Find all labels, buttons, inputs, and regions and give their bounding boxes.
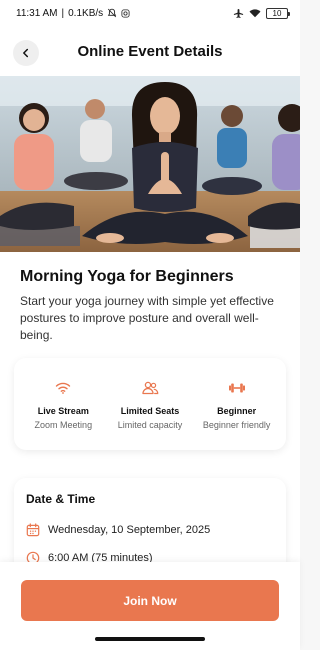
event-title: Morning Yoga for Beginners xyxy=(20,268,234,285)
wifi-status-icon xyxy=(249,8,261,18)
back-button[interactable] xyxy=(13,40,39,66)
bottom-action-bar: Join Now xyxy=(0,562,300,650)
instagram-icon xyxy=(121,8,130,18)
users-icon xyxy=(141,379,159,397)
airplane-mode-icon xyxy=(233,8,244,19)
status-bar: 11:31 AM | 0.1KB/s 10 xyxy=(0,0,300,26)
feature-subtitle: Limited capacity xyxy=(117,419,183,430)
event-date: Wednesday, 10 September, 2025 xyxy=(48,524,211,536)
home-indicator xyxy=(95,637,205,641)
event-date-row: Wednesday, 10 September, 2025 xyxy=(26,523,274,537)
battery-level: 10 xyxy=(272,8,282,18)
feature-subtitle: Zoom Meeting xyxy=(34,419,93,430)
feature-live-stream: Live Stream Zoom Meeting xyxy=(20,379,106,430)
feature-subtitle: Beginner friendly xyxy=(202,419,271,430)
mute-notifications-icon xyxy=(107,8,117,18)
status-separator: | xyxy=(61,7,65,19)
battery-icon: 10 xyxy=(266,7,290,19)
date-time-heading: Date & Time xyxy=(26,492,96,506)
app-header: Online Event Details xyxy=(0,26,300,76)
status-left: 11:31 AM | 0.1KB/s xyxy=(16,8,130,19)
status-right: 10 xyxy=(233,7,290,19)
feature-title: Live Stream xyxy=(37,405,89,416)
calendar-icon xyxy=(26,523,40,537)
wifi-icon xyxy=(55,379,71,397)
event-features-card: Live Stream Zoom Meeting Limited Seats L… xyxy=(14,358,286,450)
event-hero-image xyxy=(0,76,300,252)
feature-title: Limited Seats xyxy=(120,405,180,416)
join-now-button[interactable]: Join Now xyxy=(21,580,279,621)
feature-beginner: Beginner Beginner friendly xyxy=(194,379,280,430)
dumbbell-icon xyxy=(228,379,246,397)
event-description: Start your yoga journey with simple yet … xyxy=(20,294,274,342)
feature-limited-seats: Limited Seats Limited capacity xyxy=(107,379,193,430)
page-title: Online Event Details xyxy=(77,42,223,60)
chevron-left-icon xyxy=(23,48,29,58)
feature-title: Beginner xyxy=(217,405,257,416)
status-time: 11:31 AM xyxy=(16,7,58,19)
status-network-speed: 0.1KB/s xyxy=(68,7,104,19)
